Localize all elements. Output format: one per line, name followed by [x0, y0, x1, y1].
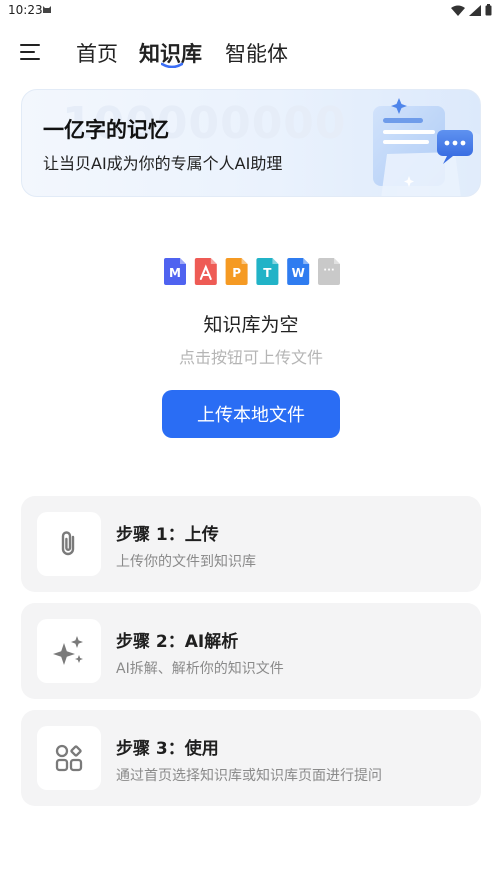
tab-home[interactable]: 首页	[76, 38, 118, 68]
word-file-icon: W	[287, 258, 310, 285]
step-icon-box	[37, 512, 101, 576]
svg-text:P: P	[232, 266, 241, 280]
active-tab-indicator	[161, 62, 183, 68]
memory-banner[interactable]: 100000000 一亿字的记忆 让当贝AI成为你的专属个人AI助理	[21, 89, 481, 197]
empty-state-subtitle: 点击按钮可上传文件	[178, 348, 323, 367]
upload-local-file-button[interactable]: 上传本地文件	[162, 390, 340, 438]
step-title: 步骤 1：上传	[116, 525, 219, 545]
txt-file-icon: T	[256, 258, 279, 285]
markdown-file-icon: M	[164, 258, 186, 285]
paperclip-icon	[61, 531, 75, 556]
battery-icon	[485, 4, 492, 16]
step-description: 上传你的文件到知识库	[116, 554, 256, 570]
top-nav: 首页 知识库 智能体	[0, 30, 502, 74]
more-file-icon: ···	[318, 258, 340, 285]
cat-icon	[43, 6, 51, 13]
ppt-file-icon: P	[225, 258, 248, 285]
pdf-file-icon	[194, 258, 217, 285]
file-type-icons: M P T W ···	[164, 258, 340, 285]
menu-icon[interactable]	[20, 42, 42, 62]
step-icon-box	[37, 726, 101, 790]
step-title: 步骤 3：使用	[116, 739, 219, 759]
status-icons	[451, 4, 492, 16]
step-title: 步骤 2：AI解析	[116, 632, 239, 652]
svg-text:M: M	[169, 266, 181, 280]
step-description: AI拆解、解析你的知识文件	[116, 661, 284, 677]
svg-text:T: T	[263, 266, 272, 280]
step-card-upload: 步骤 1：上传 上传你的文件到知识库	[21, 496, 481, 592]
banner-title: 一亿字的记忆	[43, 118, 169, 142]
step-description: 通过首页选择知识库或知识库页面进行提问	[116, 768, 382, 784]
svg-text:W: W	[292, 266, 305, 280]
empty-state-title: 知识库为空	[203, 314, 299, 336]
status-bar: 10:23	[0, 0, 502, 22]
step-icon-box	[37, 619, 101, 683]
apps-grid-icon	[55, 744, 83, 772]
step-card-use: 步骤 3：使用 通过首页选择知识库或知识库页面进行提问	[21, 710, 481, 806]
banner-subtitle: 让当贝AI成为你的专属个人AI助理	[43, 154, 283, 173]
document-chat-illustration-icon	[373, 98, 480, 196]
status-time: 10:23	[8, 3, 43, 17]
sparkle-icon	[53, 636, 83, 665]
tab-agents[interactable]: 智能体	[225, 38, 288, 68]
signal-icon	[469, 4, 481, 16]
wifi-icon	[451, 5, 465, 16]
svg-text:···: ···	[323, 265, 334, 276]
step-card-ai-parse: 步骤 2：AI解析 AI拆解、解析你的知识文件	[21, 603, 481, 699]
